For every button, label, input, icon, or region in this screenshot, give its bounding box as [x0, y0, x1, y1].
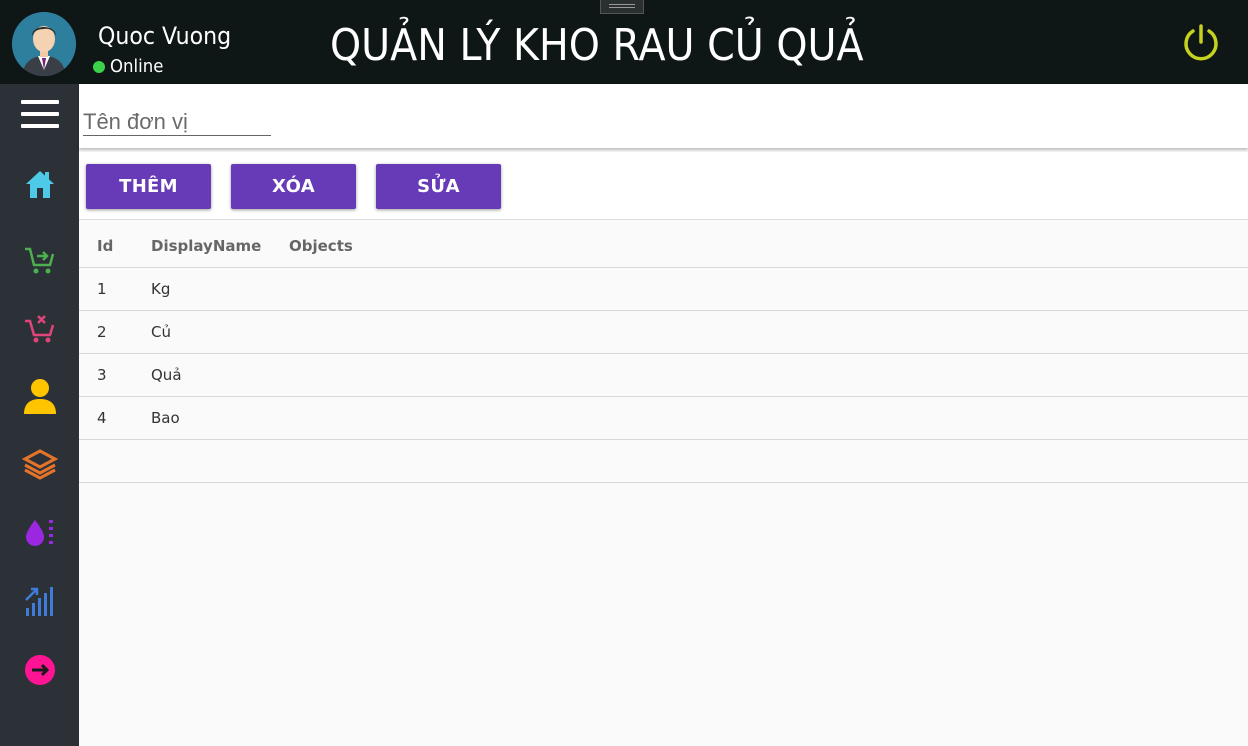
cell-displayname: Quả	[151, 366, 182, 384]
delete-button[interactable]: XÓA	[231, 164, 356, 209]
table-row[interactable]: 1 Kg	[79, 268, 1248, 311]
column-header-displayname[interactable]: DisplayName	[151, 225, 261, 267]
user-status: Online	[93, 56, 168, 77]
sidebar-item-exit[interactable]	[0, 642, 79, 698]
main-content: THÊM XÓA SỬA Id DisplayName Objects 1 Kg…	[79, 84, 1248, 746]
sidebar-item-export[interactable]	[0, 300, 79, 356]
column-header-objects[interactable]: Objects	[289, 225, 353, 267]
sidebar	[0, 84, 79, 746]
table-row-empty	[79, 440, 1248, 483]
top-bar: Quoc Vuong Online QUẢN LÝ KHO RAU CỦ QUẢ	[0, 0, 1248, 84]
layers-icon	[21, 449, 58, 480]
menu-toggle-button[interactable]	[21, 100, 59, 128]
cart-out-icon	[24, 315, 54, 343]
avatar	[12, 12, 76, 76]
table-row[interactable]: 4 Bao	[79, 397, 1248, 440]
cell-id: 4	[97, 409, 107, 427]
cell-id: 1	[97, 280, 107, 298]
add-button[interactable]: THÊM	[86, 164, 211, 209]
home-icon	[25, 171, 54, 198]
cell-id: 2	[97, 323, 107, 341]
cell-id: 3	[97, 366, 107, 384]
avatar-image	[12, 12, 76, 76]
sidebar-item-home[interactable]	[0, 156, 79, 212]
chart-bars-icon	[24, 587, 53, 616]
online-dot-icon	[93, 60, 105, 73]
power-icon	[1184, 24, 1218, 61]
action-bar: THÊM XÓA SỬA	[79, 152, 1248, 220]
column-header-id[interactable]: Id	[97, 225, 113, 267]
edit-button[interactable]: SỬA	[376, 164, 501, 209]
input-card	[79, 84, 1248, 148]
unit-name-input[interactable]	[83, 108, 271, 136]
table-row[interactable]: 2 Củ	[79, 311, 1248, 354]
window-drag-handle[interactable]	[600, 0, 644, 14]
exit-arrow-icon	[24, 655, 55, 685]
cell-displayname: Bao	[151, 409, 180, 427]
data-grid: Id DisplayName Objects 1 Kg 2 Củ 3 Quả 4…	[79, 225, 1248, 483]
page-title: QUẢN LÝ KHO RAU CỦ QUẢ	[330, 20, 864, 71]
sidebar-item-report[interactable]	[0, 572, 79, 628]
water-drop-icon	[25, 520, 53, 546]
grid-header: Id DisplayName Objects	[79, 225, 1248, 268]
cell-displayname: Củ	[151, 323, 171, 341]
power-button[interactable]	[1180, 22, 1222, 64]
cart-in-icon	[24, 247, 54, 274]
table-row[interactable]: 3 Quả	[79, 354, 1248, 397]
sidebar-item-user[interactable]	[0, 368, 79, 424]
sidebar-item-import[interactable]	[0, 232, 79, 288]
cell-displayname: Kg	[151, 280, 171, 298]
user-name: Quoc Vuong	[98, 22, 232, 50]
sidebar-item-unit[interactable]	[0, 504, 79, 560]
user-icon	[23, 379, 56, 414]
status-text: Online	[110, 56, 164, 77]
sidebar-item-layers[interactable]	[0, 436, 79, 492]
